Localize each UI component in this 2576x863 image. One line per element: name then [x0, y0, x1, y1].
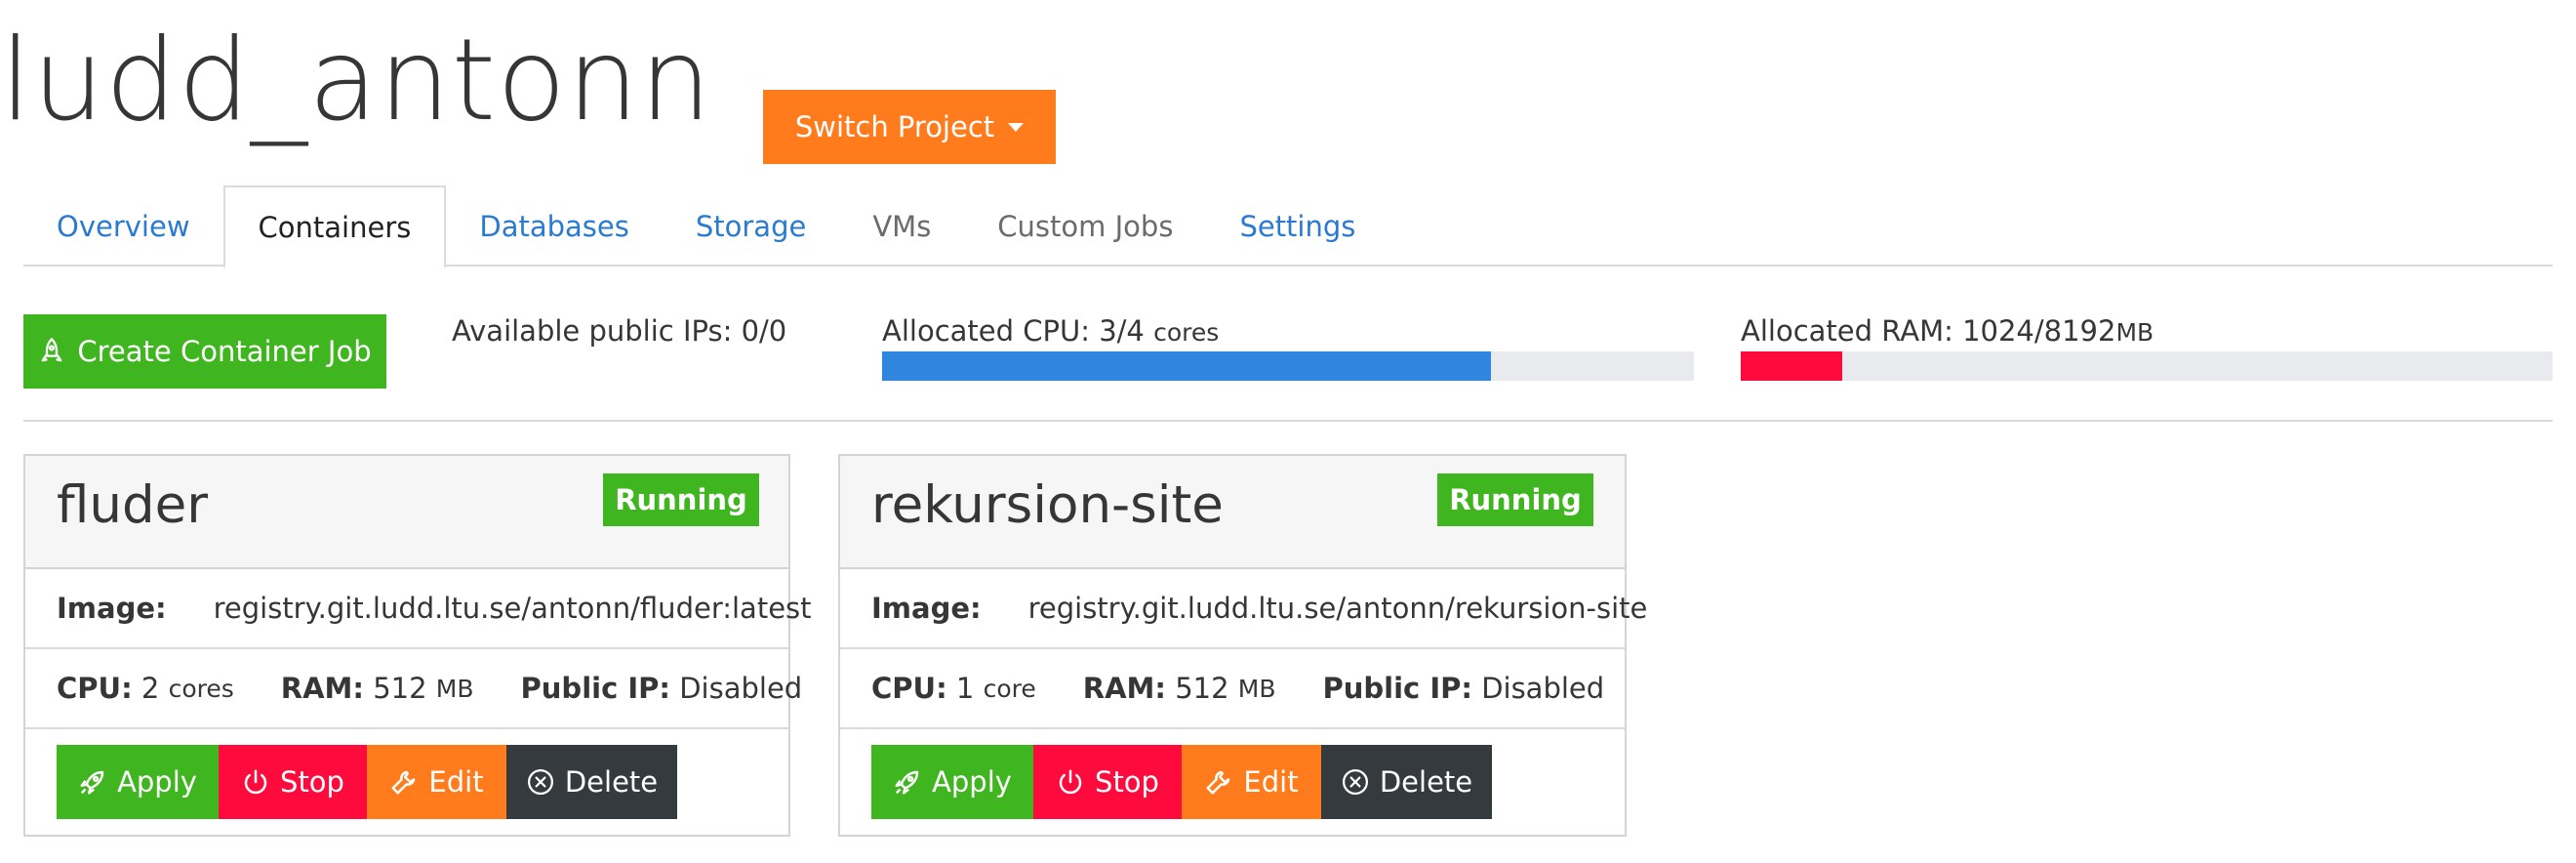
edit-button[interactable]: Edit: [1182, 745, 1321, 819]
allocated-cpu-text: Allocated CPU: 3/4 cores: [882, 314, 1219, 348]
stop-label: Stop: [280, 765, 344, 799]
public-ip-value: Disabled: [679, 672, 803, 705]
section-divider: [23, 420, 2553, 422]
image-label: Image:: [871, 592, 982, 625]
allocated-ram-label: Allocated RAM: 1024/8192: [1741, 314, 2116, 348]
delete-button[interactable]: Delete: [506, 745, 677, 819]
tab-overview[interactable]: Overview: [23, 185, 223, 267]
apply-label: Apply: [932, 765, 1012, 799]
tab-custom-jobs: Custom Jobs: [997, 209, 1174, 243]
apply-label: Apply: [117, 765, 197, 799]
stop-button[interactable]: Stop: [219, 745, 367, 819]
close-circle-icon: [1342, 769, 1368, 795]
power-icon: [244, 769, 267, 795]
container-card-rekursion-site: rekursion-site Running Image: registry.g…: [838, 454, 1647, 837]
project-tabs: Overview Containers Databases Storage VM…: [23, 185, 2553, 268]
edit-button[interactable]: Edit: [367, 745, 506, 819]
cpu-value: 2: [141, 672, 160, 705]
tab-vms: VMs: [872, 209, 932, 243]
tab-storage[interactable]: Storage: [663, 185, 839, 267]
cpu-unit: cores: [168, 674, 234, 703]
resources-row: CPU: 2 cores RAM: 512 MB Public IP: Disa…: [25, 649, 802, 729]
image-value: registry.git.ludd.ltu.se/antonn/rekursio…: [1027, 592, 1648, 625]
delete-button[interactable]: Delete: [1321, 745, 1492, 819]
resources-row: CPU: 1 core RAM: 512 MB Public IP: Disab…: [840, 649, 1625, 729]
apply-button[interactable]: Apply: [871, 745, 1033, 819]
container-card-fluder: fluder Running Image: registry.git.ludd.…: [23, 454, 812, 837]
create-container-job-label: Create Container Job: [77, 335, 372, 368]
ram-value: 512: [1175, 672, 1229, 705]
wrench-icon: [1206, 770, 1230, 795]
cpu-unit: core: [983, 674, 1036, 703]
card-header: fluder Running: [25, 456, 788, 569]
ram-value: 512: [373, 672, 427, 705]
tab-containers[interactable]: Containers: [222, 185, 447, 268]
tab-databases[interactable]: Databases: [446, 185, 662, 267]
stop-button[interactable]: Stop: [1033, 745, 1182, 819]
close-circle-icon: [527, 769, 553, 795]
allocated-ram-text: Allocated RAM: 1024/8192MB: [1741, 314, 2153, 348]
create-container-job-button[interactable]: Create Container Job: [23, 314, 386, 389]
delete-label: Delete: [564, 765, 659, 799]
container-name: rekursion-site: [871, 475, 1224, 535]
status-badge: Running: [603, 473, 759, 526]
rocket-icon: [80, 770, 104, 795]
allocated-ram-unit: MB: [2115, 318, 2154, 347]
card-actions: Apply Stop Edit Delete: [840, 729, 1625, 835]
status-badge: Running: [1437, 473, 1593, 526]
container-name: fluder: [57, 475, 209, 535]
ram-label: RAM:: [1082, 672, 1166, 705]
image-label: Image:: [57, 592, 167, 625]
ram-unit: MB: [1237, 674, 1276, 703]
ram-unit: MB: [435, 674, 474, 703]
cpu-label: CPU:: [57, 672, 133, 705]
rocket-icon: [42, 338, 62, 362]
stop-label: Stop: [1095, 765, 1159, 799]
cpu-label: CPU:: [871, 672, 947, 705]
cpu-value: 1: [955, 672, 975, 705]
power-icon: [1059, 769, 1082, 795]
ram-label: RAM:: [280, 672, 364, 705]
tab-settings[interactable]: Settings: [1206, 185, 1389, 267]
wrench-icon: [391, 770, 416, 795]
available-ips-text: Available public IPs: 0/0: [452, 314, 787, 348]
public-ip-label: Public IP:: [1322, 672, 1472, 705]
apply-button[interactable]: Apply: [57, 745, 219, 819]
switch-project-label: Switch Project: [794, 110, 995, 144]
delete-label: Delete: [1379, 765, 1473, 799]
public-ip-value: Disabled: [1481, 672, 1605, 705]
image-value: registry.git.ludd.ltu.se/antonn/fluder:l…: [213, 592, 812, 625]
public-ip-label: Public IP:: [520, 672, 670, 705]
edit-label: Edit: [428, 765, 484, 799]
allocated-cpu-unit: cores: [1153, 318, 1220, 347]
caret-down-icon: [1008, 122, 1025, 132]
ram-progress-fill: [1741, 351, 1842, 381]
card-header: rekursion-site Running: [840, 456, 1625, 569]
project-title: ludd_antonn: [0, 15, 713, 146]
card-actions: Apply Stop Edit Delete: [25, 729, 788, 835]
image-row: Image: registry.git.ludd.ltu.se/antonn/r…: [840, 569, 1647, 649]
allocated-cpu-label: Allocated CPU: 3/4: [882, 314, 1145, 348]
rocket-icon: [895, 770, 919, 795]
switch-project-button[interactable]: Switch Project: [763, 90, 1056, 164]
image-row: Image: registry.git.ludd.ltu.se/antonn/f…: [25, 569, 812, 649]
cpu-progress-fill: [882, 351, 1491, 381]
edit-label: Edit: [1243, 765, 1299, 799]
ram-progress-bar: [1741, 351, 2553, 381]
cpu-progress-bar: [882, 351, 1694, 381]
